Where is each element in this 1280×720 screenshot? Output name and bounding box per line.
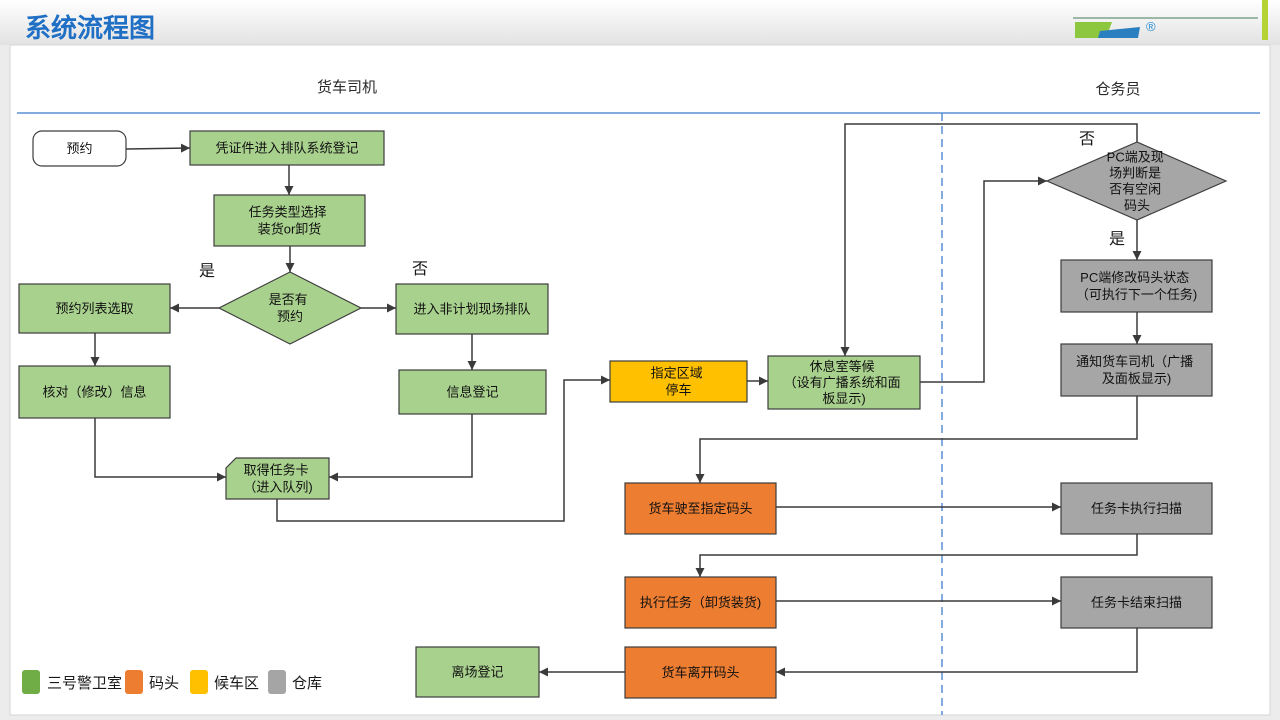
legend-label: 三号警卫室 [47, 675, 122, 692]
process-box [1060, 259, 1213, 313]
node-register-info: 信息登记 [398, 369, 547, 415]
node-label-line: 预约 [66, 141, 92, 156]
node-label-line: 板显示) [822, 391, 865, 406]
node-label: 任务卡执行扫描 [1091, 501, 1182, 516]
node-label-line: 指定区域 [651, 366, 703, 381]
legend-swatch [190, 670, 208, 694]
node-label-line: 任务卡执行扫描 [1091, 501, 1182, 516]
node-get-task-card: 取得任务卡 （进入队列) [225, 457, 330, 500]
page-title: 系统流程图 [25, 13, 155, 43]
process-box [213, 194, 366, 247]
lane-label-driver: 货车司机 [317, 79, 377, 96]
legend-swatch [125, 670, 143, 694]
node-update-dock-status: PC端修改码头状态 （可执行下一个任务) [1060, 259, 1213, 313]
node-label-line: 及面板显示) [1102, 371, 1171, 386]
node-label-line: 任务卡结束扫描 [1091, 595, 1182, 610]
node-label-line: 停车 [665, 383, 691, 398]
node-label-line: （设有广播系统和面 [784, 375, 901, 390]
node-label-line: PC端及现 [1107, 150, 1164, 165]
legend-swatch [22, 670, 40, 694]
node-execute-task: 执行任务（卸货装货) [624, 576, 777, 629]
node-label-line: 码头 [1124, 198, 1150, 213]
node-label: 货车离开码头 [661, 665, 739, 680]
node-label-line: （进入队列) [243, 480, 312, 495]
node-label-line: 执行任务（卸货装货) [640, 595, 761, 610]
node-label: 信息登记 [446, 385, 498, 400]
node-drive-to-dock: 货车驶至指定码头 [624, 482, 777, 535]
legend-label: 候车区 [214, 675, 259, 692]
node-label-line: 货车驶至指定码头 [648, 501, 752, 516]
branch-label-appointment-yes: 是 [199, 263, 215, 280]
node-scan-task-start: 任务卡执行扫描 [1060, 482, 1213, 535]
node-label-line: 预约列表选取 [55, 301, 133, 316]
slide-header: 系统流程图 ® [0, 0, 1280, 45]
node-leave-dock: 货车离开码头 [624, 646, 777, 699]
branch-label-appointment-no: 否 [412, 261, 428, 278]
slide: 系统流程图 ® 货车司机 仓务员 预约 凭证件进入排队系统登记 任务类型选择 装… [0, 0, 1280, 720]
header-accent-bar [1262, 0, 1268, 40]
node-notify-driver: 通知货车司机（广播 及面板显示) [1060, 343, 1213, 397]
node-check-in: 凭证件进入排队系统登记 [189, 130, 385, 166]
node-label-line: 取得任务卡 [244, 463, 309, 478]
node-label: 进入非计划现场排队 [413, 302, 530, 317]
node-verify-info: 核对（修改）信息 [18, 365, 171, 419]
node-label: 核对（修改）信息 [42, 385, 146, 400]
node-label-line: 装货or卸货 [258, 222, 322, 237]
node-appointment: 预约 [32, 130, 127, 167]
node-label-line: 离场登记 [451, 665, 503, 680]
node-label-line: 是否有 [269, 292, 308, 307]
node-label-line: 货车离开码头 [661, 665, 739, 680]
logo-registered-mark: ® [1146, 19, 1156, 34]
node-lounge-wait: 休息室等候 （设有广播系统和面 板显示) [767, 355, 921, 410]
branch-label-dock-no: 否 [1079, 131, 1095, 148]
node-select-from-list: 预约列表选取 [18, 283, 171, 334]
node-label-line: 休息室等候 [810, 359, 875, 374]
node-label: 预约 [66, 141, 92, 156]
node-label-line: 任务类型选择 [249, 205, 327, 220]
node-label-line: 场判断是 [1109, 166, 1161, 181]
node-park-in-zone: 指定区域 停车 [609, 360, 748, 403]
branch-label-dock-yes: 是 [1109, 231, 1125, 248]
node-scan-task-end: 任务卡结束扫描 [1060, 576, 1213, 629]
node-label: 预约列表选取 [55, 301, 133, 316]
legend-label: 码头 [149, 675, 179, 692]
node-label-line: （可执行下一个任务) [1076, 287, 1197, 302]
node-label: 离场登记 [451, 665, 503, 680]
node-label: 货车驶至指定码头 [648, 501, 752, 516]
node-label-line: 信息登记 [446, 385, 498, 400]
legend-label: 仓库 [292, 675, 322, 692]
node-label-line: 凭证件进入排队系统登记 [215, 141, 358, 156]
node-label-line: 进入非计划现场排队 [413, 302, 530, 317]
node-label-line: 核对（修改）信息 [42, 385, 146, 400]
node-unplanned-queue: 进入非计划现场排队 [395, 283, 549, 335]
node-exit-register: 离场登记 [415, 646, 540, 698]
node-label-line: 通知货车司机（广播 [1076, 354, 1193, 369]
legend-swatch [268, 670, 286, 694]
flowchart-canvas: 系统流程图 ® 货车司机 仓务员 预约 凭证件进入排队系统登记 任务类型选择 装… [0, 0, 1280, 716]
node-label: 任务卡结束扫描 [1091, 595, 1182, 610]
node-label-line: PC端修改码头状态 [1080, 270, 1189, 285]
lane-label-warehouse-staff: 仓务员 [1095, 81, 1140, 98]
node-label: 凭证件进入排队系统登记 [215, 141, 358, 156]
node-task-type: 任务类型选择 装货or卸货 [213, 194, 366, 247]
arrow-appointment-to-check-in [125, 143, 191, 153]
process-box [1060, 343, 1213, 397]
node-label-line: 否有空闲 [1109, 182, 1161, 197]
node-label-line: 预约 [277, 309, 303, 324]
node-label: 执行任务（卸货装货) [640, 595, 761, 610]
